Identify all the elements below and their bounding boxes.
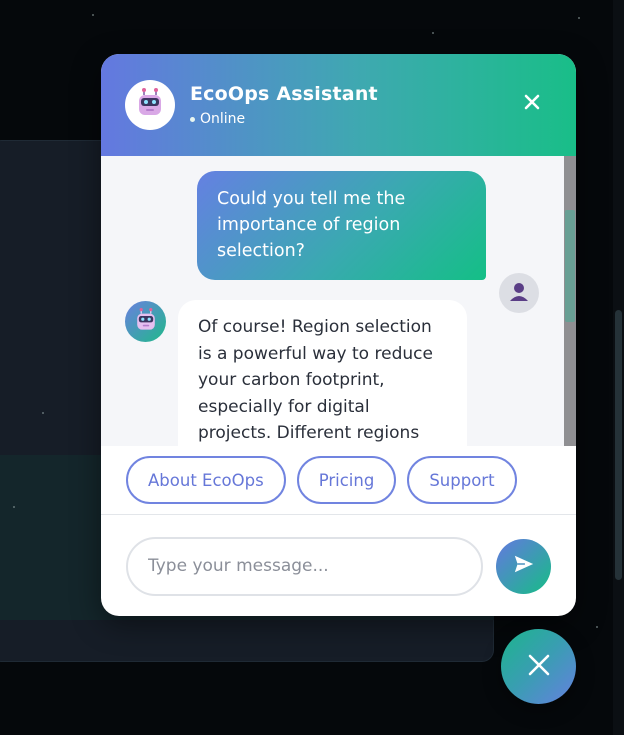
quick-reply-support[interactable]: Support [407,456,517,504]
star-dot [432,32,434,34]
bot-message-bubble: Of course! Region selection is a powerfu… [178,300,467,446]
message-input[interactable] [126,536,483,596]
star-dot [42,412,44,414]
chat-window: EcoOps Assistant Online Could you tell m… [101,54,576,616]
quick-replies: About EcoOps Pricing Support [101,446,576,515]
message-list[interactable]: Could you tell me the importance of regi… [101,156,576,446]
assistant-status: Online [190,111,378,127]
page-scrollbar-thumb[interactable] [615,310,622,580]
assistant-name: EcoOps Assistant [190,83,378,105]
page-scrollbar[interactable] [613,0,624,735]
close-chat-button[interactable] [522,94,542,114]
composer [101,516,576,616]
message-scrollbar[interactable] [564,156,576,446]
close-icon [527,653,551,681]
chat-header: EcoOps Assistant Online [101,54,576,156]
star-dot [596,626,598,628]
chat-toggle-button[interactable] [501,629,576,704]
send-button[interactable] [496,538,551,594]
quick-reply-pricing[interactable]: Pricing [296,456,397,504]
star-dot [92,14,94,16]
status-label: Online [200,111,246,127]
star-dot [13,506,15,508]
robot-icon [134,307,158,337]
online-dot-icon [190,116,195,122]
user-avatar [499,273,539,313]
close-icon [524,94,540,114]
message-scrollbar-thumb[interactable] [565,210,575,322]
star-dot [578,17,580,19]
user-message-bubble: Could you tell me the importance of regi… [197,171,486,280]
bot-avatar [125,301,166,342]
assistant-avatar [125,80,175,130]
quick-reply-about-ecoops[interactable]: About EcoOps [126,456,286,504]
paper-plane-icon [513,553,535,579]
robot-icon [135,87,165,123]
user-silhouette-icon [509,281,529,305]
